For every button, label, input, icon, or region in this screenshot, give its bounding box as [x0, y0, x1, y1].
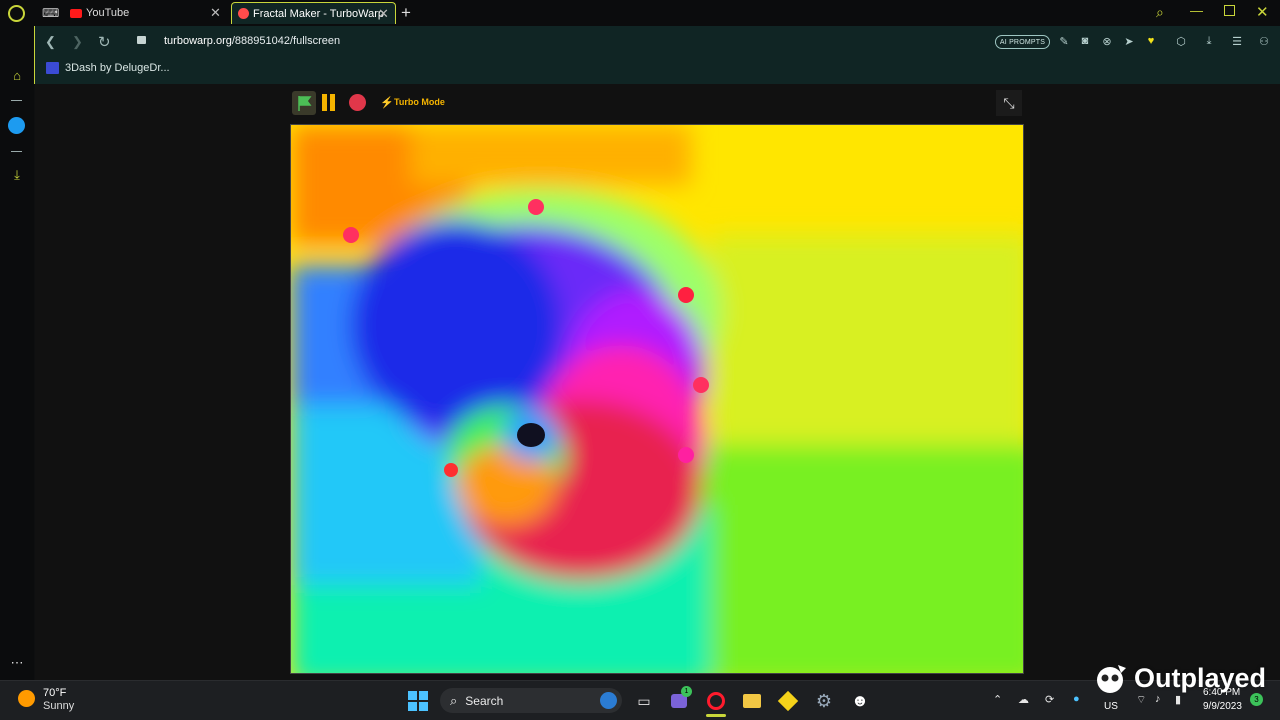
minimize-icon[interactable]: —: [1190, 3, 1203, 18]
new-tab-button[interactable]: +: [401, 3, 411, 23]
taskbar-search[interactable]: ⌕ Search: [440, 688, 622, 713]
forward-icon[interactable]: ❯: [72, 34, 83, 50]
search-icon[interactable]: ⌕: [1156, 4, 1164, 21]
battery-icon[interactable]: ▮: [1175, 693, 1181, 706]
tab-youtube[interactable]: YouTube ✕: [64, 2, 230, 24]
url-host: turbowarp.org: [164, 35, 232, 47]
back-icon[interactable]: ❮: [45, 34, 56, 50]
bing-icon[interactable]: [600, 692, 617, 709]
task-view-icon[interactable]: ▭: [633, 690, 655, 712]
onedrive-icon[interactable]: ☁: [1018, 693, 1029, 706]
turbowarp-icon: [238, 8, 249, 19]
opera-logo-icon[interactable]: [8, 5, 25, 22]
shield-icon[interactable]: ⊗: [1100, 34, 1114, 48]
windows-icon: [408, 691, 428, 711]
opera-taskbar-icon[interactable]: [705, 690, 727, 712]
cube-icon[interactable]: ⬡: [1174, 34, 1188, 48]
bookmark-favicon: [46, 62, 59, 74]
download-icon[interactable]: ⤓: [1202, 34, 1216, 48]
volume-icon[interactable]: ♪: [1155, 693, 1161, 705]
bookmark-3dash[interactable]: 3Dash by DelugeDr...: [46, 62, 170, 74]
menu-icon[interactable]: ☰: [1230, 34, 1244, 48]
watermark-text: Outplayed: [1134, 662, 1267, 693]
download-icon[interactable]: ⤓: [8, 166, 26, 184]
teams-badge: 1: [681, 686, 692, 697]
url-path: /888951042/fullscreen: [231, 35, 341, 47]
youtube-icon: [70, 8, 82, 18]
outplayed-watermark: Outplayed: [1092, 662, 1266, 694]
close-tab-icon[interactable]: ✕: [210, 5, 221, 21]
chevron-up-icon[interactable]: ⌃: [993, 693, 1002, 706]
notification-badge[interactable]: 3: [1250, 693, 1263, 706]
lightning-icon: ⚡: [380, 97, 394, 109]
wifi-icon[interactable]: ⌔: [1136, 693, 1146, 707]
clock-date[interactable]: 9/9/2023: [1203, 701, 1242, 712]
microphone-icon[interactable]: ●: [1073, 693, 1080, 705]
bag-icon[interactable]: ⌂: [8, 66, 26, 84]
player-controls: ⚡ Turbo Mode ⤡: [290, 89, 1024, 117]
edit-icon[interactable]: ✎: [1057, 34, 1071, 48]
profile-icon[interactable]: ⚇: [1257, 34, 1271, 48]
exit-fullscreen-button[interactable]: ⤡: [996, 90, 1022, 116]
close-tab-icon[interactable]: ✕: [378, 6, 389, 22]
reload-icon[interactable]: ↻: [98, 33, 111, 51]
tab-fractal-maker[interactable]: Fractal Maker - TurboWarp ✕: [231, 2, 396, 24]
search-label: Search: [465, 693, 504, 708]
more-icon[interactable]: ⋯: [8, 654, 26, 672]
close-icon[interactable]: ✕: [1256, 3, 1269, 21]
outplayed-logo-icon: [1097, 665, 1126, 693]
outplayed-app-icon[interactable]: ☻: [849, 690, 871, 712]
tab-label: Fractal Maker - TurboWarp: [253, 7, 385, 20]
green-flag-icon: [298, 96, 312, 111]
ai-prompts-button[interactable]: AI PROMPTS: [995, 35, 1050, 49]
send-icon[interactable]: ➤: [1122, 34, 1136, 48]
weather-desc: Sunny: [43, 700, 75, 712]
url-field[interactable]: turbowarp.org/888951042/fullscreen: [164, 35, 340, 47]
teams-icon[interactable]: 1: [668, 686, 692, 712]
active-app-indicator: [706, 714, 726, 717]
turbo-mode-label: Turbo Mode: [394, 97, 445, 107]
project-stage[interactable]: [290, 124, 1024, 674]
camera-icon[interactable]: ◙: [1078, 34, 1092, 48]
green-flag-button[interactable]: [292, 91, 316, 115]
fractal-canvas: [291, 125, 1023, 673]
restore-icon[interactable]: [1224, 5, 1235, 16]
search-icon: ⌕: [450, 692, 458, 708]
sidebar-divider: [11, 100, 22, 101]
gamepad-icon[interactable]: ⌨: [42, 6, 59, 20]
pause-icon[interactable]: [322, 94, 327, 111]
start-button[interactable]: [407, 690, 429, 712]
sidebar-divider: [11, 151, 22, 152]
exit-fullscreen-icon: ⤡: [1003, 94, 1015, 111]
tab-label: YouTube: [86, 7, 130, 19]
heart-icon[interactable]: ♥: [1144, 34, 1158, 48]
settings-icon[interactable]: ⚙: [813, 690, 835, 712]
sync-icon[interactable]: ⟳: [1045, 693, 1054, 706]
weather-temp: 70°F: [43, 687, 67, 699]
stop-icon[interactable]: [349, 94, 366, 111]
bookmark-label: 3Dash by DelugeDr...: [65, 62, 170, 74]
geometry-dash-icon[interactable]: [777, 690, 799, 712]
weather-icon[interactable]: [18, 690, 35, 707]
file-explorer-icon[interactable]: [741, 690, 763, 712]
twitter-icon[interactable]: [8, 117, 25, 134]
pause-icon-bar: [330, 94, 335, 111]
language-indicator[interactable]: US: [1104, 701, 1118, 712]
lock-icon: [137, 36, 146, 44]
